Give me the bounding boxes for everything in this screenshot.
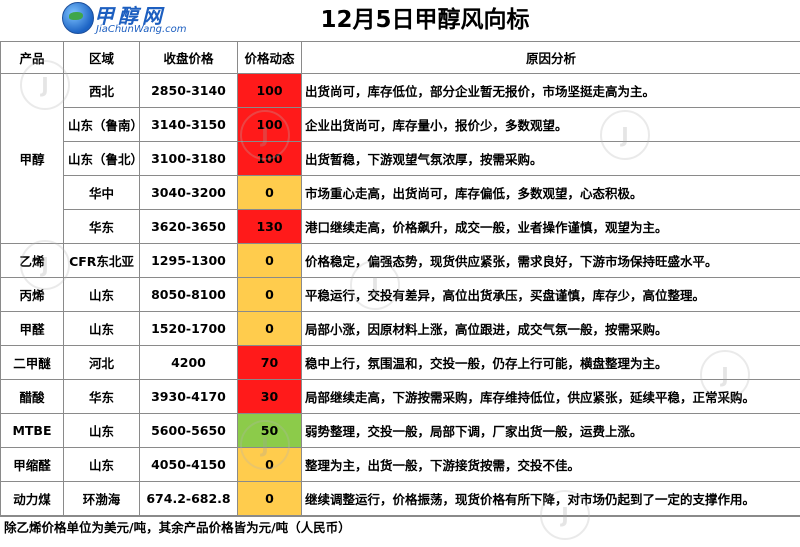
- price-cell: 3100-3180: [139, 141, 238, 176]
- price-cell: 1295-1300: [139, 243, 238, 278]
- dynamic-cell: 0: [237, 447, 302, 482]
- table-header: 产品 区域 收盘价格 价格动态 原因分析: [0, 41, 800, 74]
- region-cell: 河北: [63, 345, 140, 380]
- price-cell: 2850-3140: [139, 73, 238, 108]
- header-product: 产品: [0, 41, 64, 74]
- table-row: 华中 3040-3200 0 市场重心走高，出货尚可，库存偏低，多数观望，心态积极。: [1, 175, 800, 210]
- table-row: 乙烯 CFR东北亚 1295-1300 0 价格稳定，偏强态势，现货供应紧张，需求良好，…: [0, 243, 800, 278]
- price-cell: 8050-8100: [139, 277, 238, 312]
- header-price: 收盘价格: [139, 41, 238, 74]
- reason-cell: 继续调整运行，价格振荡，现货价格有所下降，对市场仍起到了一定的支撑作用。: [301, 481, 800, 516]
- price-cell: 3040-3200: [139, 175, 238, 210]
- table-row: 二甲醚 河北 4200 70 稳中上行，氛围温和，交投一般，仍存上行可能，横盘整理为主。: [0, 345, 800, 380]
- reason-cell: 局部继续走高，下游按需采购，库存维持低位，供应紧张，延续平稳，正常采购。: [301, 379, 800, 414]
- price-cell: 3930-4170: [139, 379, 238, 414]
- table-row: 山东（鲁南） 3140-3150 100 企业出货尚可，库存量小，报价少，多数观望。: [1, 107, 800, 142]
- region-cell: 山东: [63, 277, 140, 312]
- region-cell: 华东: [63, 209, 140, 244]
- dynamic-cell: 100: [237, 73, 302, 108]
- region-cell: 华中: [63, 175, 140, 210]
- region-cell: 山东: [63, 447, 140, 482]
- table-row: 甲缩醛 山东 4050-4150 0 整理为主，出货一般，下游接货按需，交投不佳。: [0, 447, 800, 482]
- region-cell: 西北: [63, 73, 140, 108]
- product-cell: 二甲醚: [0, 345, 64, 380]
- product-cell: 甲缩醛: [0, 447, 64, 482]
- region-cell: 山东（鲁北）: [63, 141, 140, 176]
- header-region: 区域: [63, 41, 140, 74]
- dynamic-cell: 100: [237, 107, 302, 142]
- price-table: 产品 区域 收盘价格 价格动态 原因分析 甲醇 西北 2850-3140 100 出货尚…: [0, 41, 800, 516]
- dynamic-cell: 0: [237, 481, 302, 516]
- region-cell: 山东: [63, 311, 140, 346]
- price-cell: 4200: [139, 345, 238, 380]
- table-row: 山东（鲁北） 3100-3180 100 出货暂稳，下游观望气氛浓厚，按需采购。: [1, 141, 800, 176]
- dynamic-cell: 0: [237, 175, 302, 210]
- product-cell: 丙烯: [0, 277, 64, 312]
- table-row: 甲醇 西北 2850-3140 100 出货尚可，库存低位，部分企业暂无报价，市场坚挺走…: [0, 73, 800, 244]
- product-cell: MTBE: [0, 413, 64, 448]
- page-title: 12月5日甲醇风向标: [320, 7, 530, 33]
- footer-note: 除乙烯价格单位为美元/吨，其余产品价格皆为元/吨（人民币）: [0, 516, 800, 547]
- dynamic-cell: 30: [237, 379, 302, 414]
- product-cell: 甲醛: [0, 311, 64, 346]
- price-cell: 3620-3650: [139, 209, 238, 244]
- product-cell: 醋酸: [0, 379, 64, 414]
- price-cell: 3140-3150: [139, 107, 238, 142]
- dynamic-cell: 0: [237, 243, 302, 278]
- reason-cell: 稳中上行，氛围温和，交投一般，仍存上行可能，横盘整理为主。: [301, 345, 800, 380]
- reason-cell: 出货暂稳，下游观望气氛浓厚，按需采购。: [301, 141, 800, 176]
- table-row: MTBE 山东 5600-5650 50 弱势整理，交投一般，局部下调，厂家出货一般，运…: [0, 413, 800, 448]
- region-cell: 山东: [63, 413, 140, 448]
- dynamic-cell: 50: [237, 413, 302, 448]
- region-cell: CFR东北亚: [63, 243, 140, 278]
- reason-cell: 局部小涨，因原材料上涨，高位跟进，成交气氛一般，按需采购。: [301, 311, 800, 346]
- header-reason: 原因分析: [301, 41, 800, 74]
- region-cell: 山东（鲁南）: [63, 107, 140, 142]
- product-cell: 乙烯: [0, 243, 64, 278]
- dynamic-cell: 100: [237, 141, 302, 176]
- reason-cell: 平稳运行，交投有差异，高位出货承压，买盘谨慎，库存少，高位整理。: [301, 277, 800, 312]
- product-cell: 动力煤: [0, 481, 64, 516]
- reason-cell: 企业出货尚可，库存量小，报价少，多数观望。: [301, 107, 800, 142]
- reason-cell: 市场重心走高，出货尚可，库存偏低，多数观望，心态积极。: [301, 175, 800, 210]
- table-row: 丙烯 山东 8050-8100 0 平稳运行，交投有差异，高位出货承压，买盘谨慎，库存少…: [0, 277, 800, 312]
- price-cell: 1520-1700: [139, 311, 238, 346]
- header-dynamic: 价格动态: [237, 41, 302, 74]
- table-row: 甲醛 山东 1520-1700 0 局部小涨，因原材料上涨，高位跟进，成交气氛一般，按需…: [0, 311, 800, 346]
- region-cell: 环渤海: [63, 481, 140, 516]
- reason-cell: 弱势整理，交投一般，局部下调，厂家出货一般，运费上涨。: [301, 413, 800, 448]
- table-row: 华东 3620-3650 130 港口继续走高，价格飙升，成交一般，业者操作谨慎，观望…: [1, 209, 800, 244]
- price-cell: 5600-5650: [139, 413, 238, 448]
- table-row: 醋酸 华东 3930-4170 30 局部继续走高，下游按需采购，库存维持低位，供应紧张…: [0, 379, 800, 414]
- dynamic-cell: 130: [237, 209, 302, 244]
- table-body: 甲醇 西北 2850-3140 100 出货尚可，库存低位，部分企业暂无报价，市场坚挺走…: [0, 73, 800, 516]
- product-cell: 甲醇: [0, 73, 64, 244]
- dynamic-cell: 0: [237, 311, 302, 346]
- price-cell: 674.2-682.8: [139, 481, 238, 516]
- price-cell: 4050-4150: [139, 447, 238, 482]
- region-cell: 华东: [63, 379, 140, 414]
- dynamic-cell: 70: [237, 345, 302, 380]
- reason-cell: 价格稳定，偏强态势，现货供应紧张，需求良好，下游市场保持旺盛水平。: [301, 243, 800, 278]
- reason-cell: 港口继续走高，价格飙升，成交一般，业者操作谨慎，观望为主。: [301, 209, 800, 244]
- table-row: 动力煤 环渤海 674.2-682.8 0 继续调整运行，价格振荡，现货价格有所下降，对…: [0, 481, 800, 516]
- reason-cell: 整理为主，出货一般，下游接货按需，交投不佳。: [301, 447, 800, 482]
- reason-cell: 出货尚可，库存低位，部分企业暂无报价，市场坚挺走高为主。: [301, 73, 800, 108]
- dynamic-cell: 0: [237, 277, 302, 312]
